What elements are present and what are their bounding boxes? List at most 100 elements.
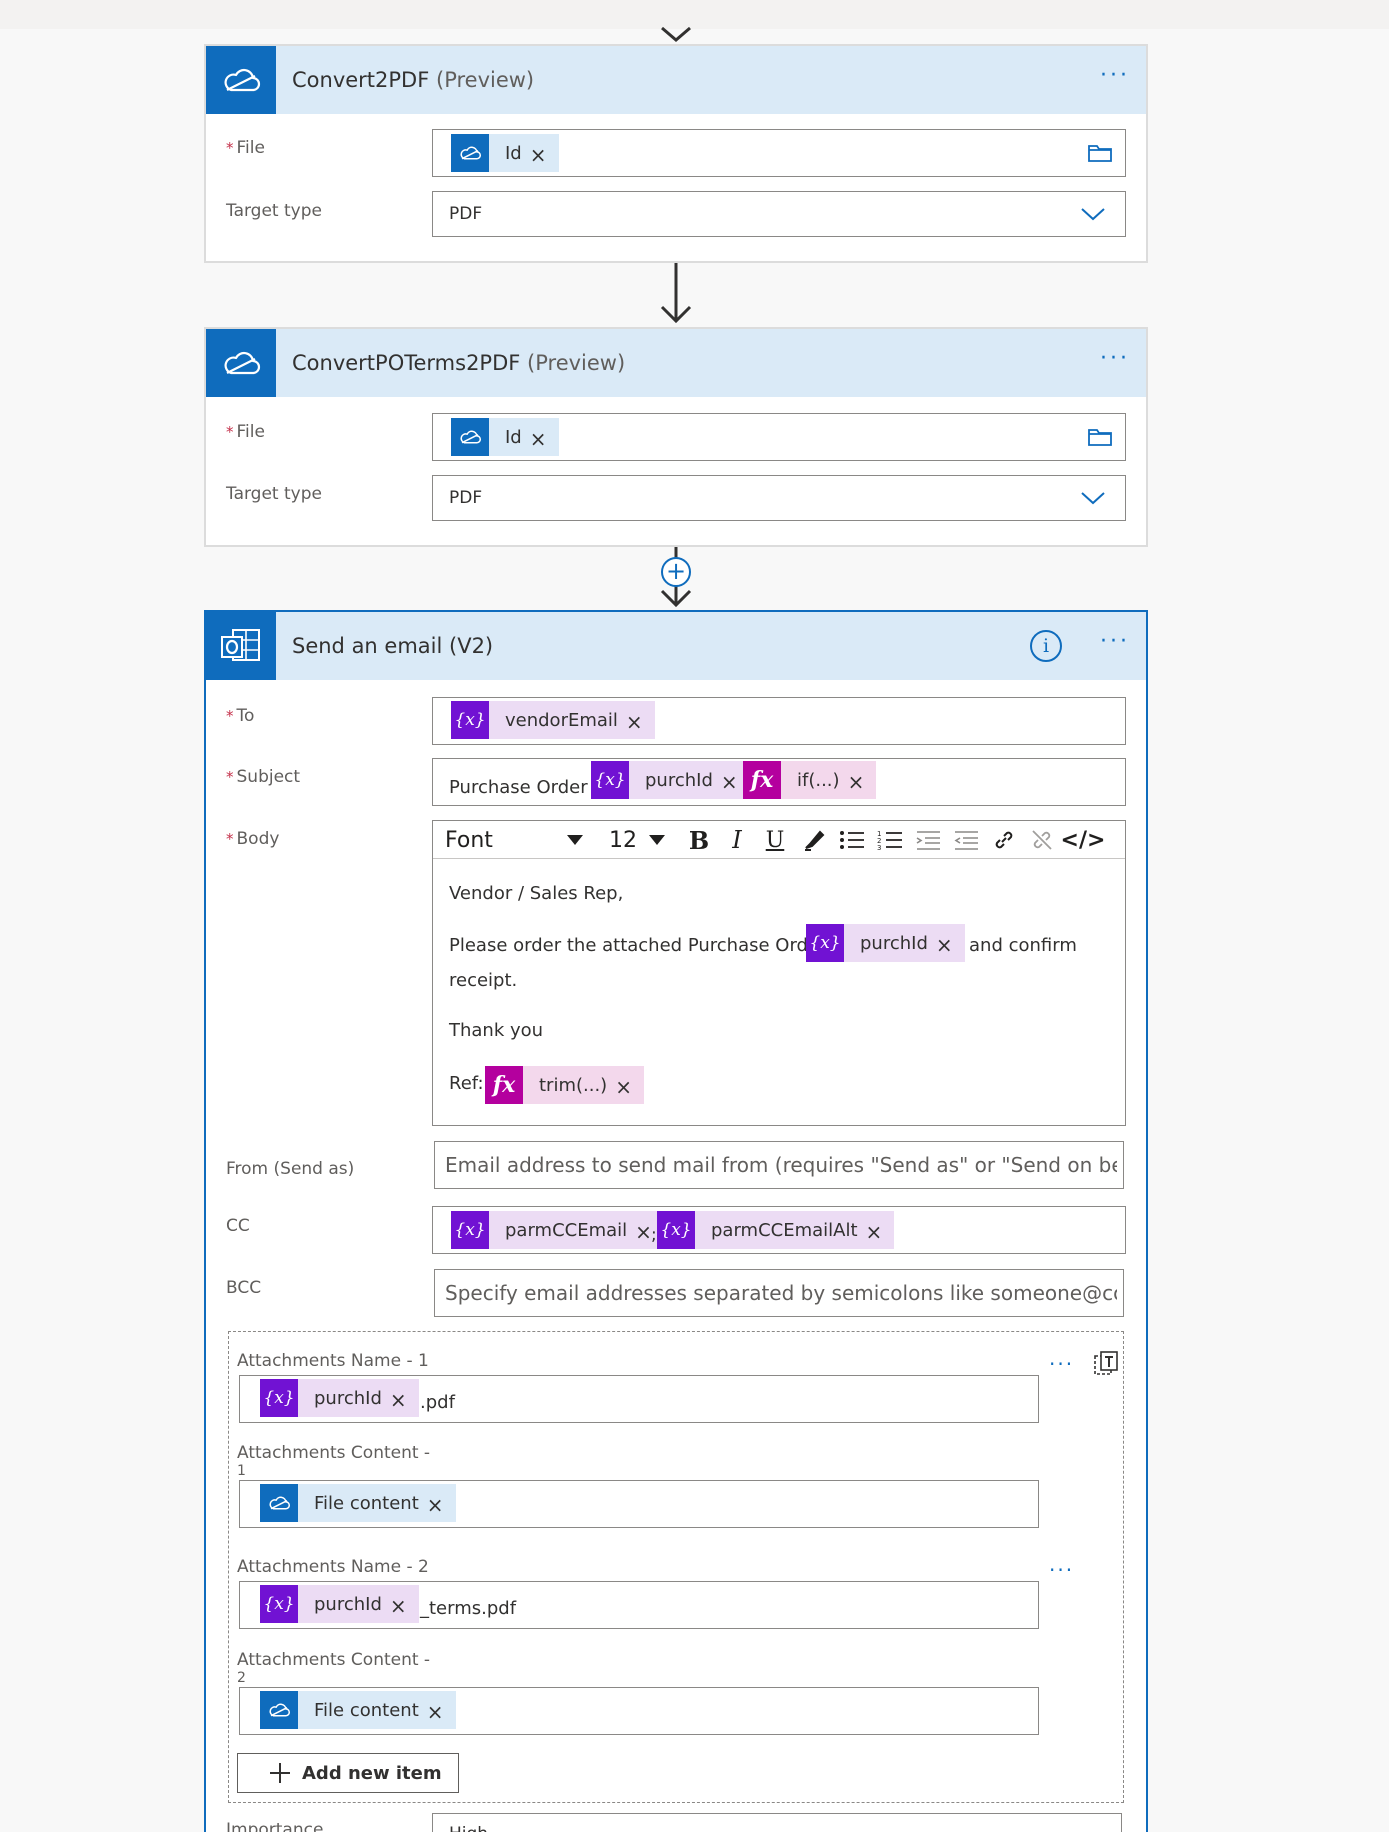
importance-select[interactable]: High (432, 1813, 1122, 1832)
increase-indent-icon[interactable] (951, 825, 981, 855)
remove-token-icon[interactable]: × (427, 1495, 456, 1515)
from-input[interactable]: Email address to send mail from (require… (434, 1141, 1124, 1189)
bold-button[interactable]: B (683, 825, 715, 855)
connector-arrow-top (661, 26, 691, 42)
font-select[interactable]: Font (439, 825, 589, 855)
attachment-content-label: Attachments Content - (237, 1443, 431, 1463)
vendor-email-token[interactable]: {x} vendorEmail × (451, 701, 655, 739)
body-editor[interactable]: Font 12 B I U 123 </> Vendor / Sales Rep… (432, 820, 1126, 1126)
purchid-token[interactable]: {x} purchId × (260, 1585, 419, 1623)
cc-label: CC (226, 1216, 250, 1236)
if-expression-token[interactable]: fx if(...) × (743, 761, 877, 799)
id-token[interactable]: Id × (451, 134, 559, 172)
connector-arrow (660, 263, 692, 324)
purchid-token[interactable]: {x} purchId × (591, 761, 750, 799)
bullet-list-icon[interactable] (837, 825, 867, 855)
more-options-icon[interactable]: ··· (1100, 631, 1130, 653)
purchid-token[interactable]: {x} purchId × (806, 924, 965, 962)
variable-icon: {x} (806, 924, 844, 962)
link-icon[interactable] (989, 825, 1019, 855)
variable-icon: {x} (451, 701, 489, 739)
attachment-content-number: 1 (237, 1463, 246, 1479)
card-header[interactable]: ConvertPOTerms2PDF (Preview) ··· (206, 329, 1146, 397)
remove-token-icon[interactable]: × (390, 1390, 419, 1410)
unlink-icon[interactable] (1027, 825, 1057, 855)
from-label: From (Send as) (226, 1159, 355, 1179)
target-type-label: Target type (226, 484, 322, 504)
folder-icon[interactable] (1087, 143, 1113, 163)
numbered-list-icon[interactable]: 123 (875, 825, 905, 855)
folder-icon[interactable] (1087, 427, 1113, 447)
target-type-select[interactable]: PDF (432, 475, 1126, 521)
parm-cc-email-token[interactable]: {x} parmCCEmail × (451, 1211, 664, 1249)
remove-token-icon[interactable]: × (427, 1702, 456, 1722)
remove-token-icon[interactable]: × (848, 772, 877, 792)
onedrive-icon (206, 329, 276, 397)
rich-text-toolbar: Font 12 B I U 123 </> (433, 821, 1125, 859)
remove-token-icon[interactable]: × (530, 429, 559, 449)
parm-cc-email-alt-token[interactable]: {x} parmCCEmailAlt × (657, 1211, 895, 1249)
remove-token-icon[interactable]: × (530, 145, 559, 165)
more-options-icon[interactable]: ··· (1100, 65, 1130, 87)
decrease-indent-icon[interactable] (913, 825, 943, 855)
importance-label: Importance (226, 1820, 324, 1832)
card-title: ConvertPOTerms2PDF (Preview) (292, 351, 626, 375)
attachment-content-label: Attachments Content - (237, 1650, 431, 1670)
variable-icon: {x} (591, 761, 629, 799)
convert2pdf-card[interactable]: Convert2PDF (Preview) ··· * File Id × Tar… (204, 44, 1148, 263)
variable-icon: {x} (260, 1585, 298, 1623)
convertpoterms2pdf-card[interactable]: ConvertPOTerms2PDF (Preview) ··· * File I… (204, 327, 1148, 547)
info-icon[interactable]: i (1030, 630, 1062, 662)
remove-token-icon[interactable]: × (936, 935, 965, 955)
expression-icon: fx (743, 761, 781, 799)
font-size-select[interactable]: 12 (609, 825, 665, 855)
remove-token-icon[interactable]: × (390, 1596, 419, 1616)
attachment-name-label: Attachments Name - 2 (237, 1557, 429, 1577)
id-token[interactable]: Id × (451, 418, 559, 456)
code-view-button[interactable]: </> (1061, 825, 1106, 855)
onedrive-icon (206, 46, 276, 114)
onedrive-icon (451, 418, 489, 456)
card-header[interactable]: Convert2PDF (Preview) ··· (206, 46, 1146, 114)
chevron-down-icon[interactable] (1061, 476, 1125, 520)
italic-button[interactable]: I (721, 825, 753, 855)
plus-icon (270, 1763, 290, 1783)
chevron-down-icon[interactable] (1061, 192, 1125, 236)
attachment-content-input[interactable]: File content × (239, 1480, 1039, 1528)
remove-token-icon[interactable]: × (615, 1077, 644, 1097)
item-1-more-options-icon[interactable]: ··· (1049, 1352, 1074, 1376)
cc-input[interactable]: {x} parmCCEmail × ; {x} parmCCEmailAlt × (432, 1206, 1126, 1254)
insert-step-icon[interactable]: + (661, 557, 691, 587)
subject-label: * Subject (226, 767, 301, 787)
file-content-token[interactable]: File content × (260, 1484, 456, 1522)
bcc-input[interactable]: Specify email addresses separated by sem… (434, 1269, 1124, 1317)
to-input[interactable]: {x} vendorEmail × (432, 697, 1126, 745)
file-content-token[interactable]: File content × (260, 1691, 456, 1729)
variable-icon: {x} (451, 1211, 489, 1249)
purchid-token[interactable]: {x} purchId × (260, 1379, 419, 1417)
trim-expression-token[interactable]: fx trim(...) × (485, 1066, 644, 1104)
bcc-label: BCC (226, 1278, 262, 1298)
attachment-name-input[interactable]: {x} purchId × _terms.pdf (239, 1581, 1039, 1629)
subject-input[interactable]: Purchase Order {x} purchId × fx if(...) … (432, 758, 1126, 806)
switch-to-text-mode-icon[interactable] (1093, 1350, 1119, 1378)
text-color-icon[interactable] (799, 825, 829, 855)
file-input[interactable]: Id × (432, 129, 1126, 177)
target-type-label: Target type (226, 201, 322, 221)
outlook-icon (206, 612, 276, 680)
attachments-array-section: ··· ··· Attachments Name - 1 {x} purchId… (228, 1331, 1124, 1803)
more-options-icon[interactable]: ··· (1100, 348, 1130, 370)
to-label: * To (226, 706, 255, 726)
attachment-name-label: Attachments Name - 1 (237, 1351, 429, 1371)
remove-token-icon[interactable]: × (866, 1222, 895, 1242)
onedrive-icon (451, 134, 489, 172)
attachment-name-input[interactable]: {x} purchId × .pdf (239, 1375, 1039, 1423)
file-input[interactable]: Id × (432, 413, 1126, 461)
attachment-content-input[interactable]: File content × (239, 1687, 1039, 1735)
item-2-more-options-icon[interactable]: ··· (1049, 1558, 1074, 1582)
underline-button[interactable]: U (759, 825, 791, 855)
target-type-select[interactable]: PDF (432, 191, 1126, 237)
remove-token-icon[interactable]: × (626, 712, 655, 732)
add-new-item-button[interactable]: Add new item (237, 1753, 459, 1793)
card-header[interactable]: Send an email (V2) i ··· (206, 612, 1146, 680)
